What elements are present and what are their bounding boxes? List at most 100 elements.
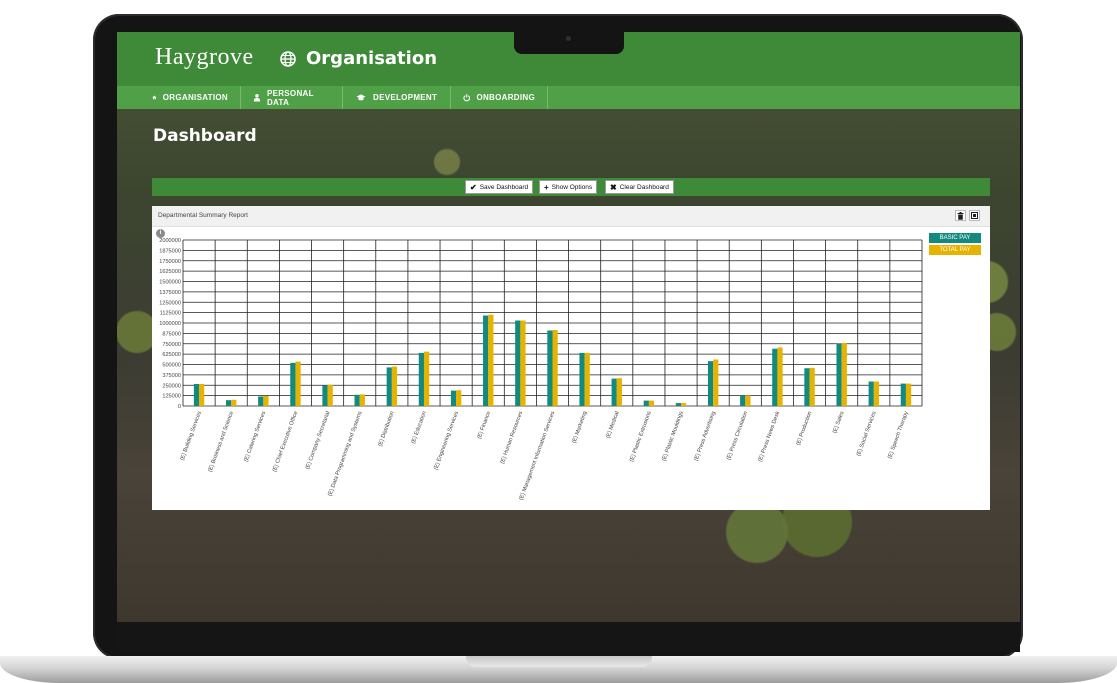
bar-basic-pay <box>772 348 778 406</box>
x-tick-label: (E) Management Information Services <box>519 410 557 501</box>
main-nav: ORGANISATION PERSONAL DATA DEVELOPMENT O… <box>117 86 1020 109</box>
panel-header: Departmental Summary Report <box>152 206 990 227</box>
dashboard-toolbar: ✔ Save Dashboard + Show Options ✖ Clear … <box>152 178 990 196</box>
x-tick-label: (E) Company Secretarial <box>305 411 332 471</box>
x-tick-label: (E) Sales <box>832 410 846 434</box>
nav-item-label: PERSONAL DATA <box>266 88 314 107</box>
y-tick-label: 1125000 <box>160 311 181 317</box>
bar-total-pay <box>199 384 205 406</box>
bar-basic-pay <box>707 361 714 406</box>
bar-total-pay <box>745 395 751 406</box>
bar-basic-pay <box>258 396 264 406</box>
delete-widget-button[interactable] <box>955 210 966 221</box>
y-tick-label: 125000 <box>162 394 181 400</box>
bar-total-pay <box>231 399 237 406</box>
bar-basic-pay <box>579 352 585 406</box>
panel-title: Departmental Summary Report <box>158 212 248 219</box>
x-tick-label: (E) Building Services <box>180 410 203 461</box>
bar-basic-pay <box>450 390 457 406</box>
bar-basic-pay <box>193 384 200 406</box>
bar-total-pay <box>263 396 269 406</box>
y-tick-label: 625000 <box>162 352 181 358</box>
bar-total-pay <box>777 347 783 406</box>
nav-item-label: ONBOARDING <box>476 93 535 102</box>
nav-item-label: ORGANISATION <box>162 93 228 102</box>
x-tick-label: (E) Speech Therapy <box>887 410 910 459</box>
x-tick-label: (E) Production <box>796 411 814 447</box>
bar-basic-pay <box>418 352 424 406</box>
user-icon <box>253 94 261 102</box>
nav-item-personal-data[interactable]: PERSONAL DATA <box>241 86 343 109</box>
home-icon <box>152 95 157 100</box>
check-icon: ✔ <box>470 182 477 192</box>
save-dashboard-button[interactable]: ✔ Save Dashboard <box>465 180 534 194</box>
x-tick-label: (E) Medical <box>605 411 620 440</box>
bar-total-pay <box>681 403 687 406</box>
bar-basic-pay <box>547 330 553 406</box>
save-dashboard-label: Save Dashboard <box>479 183 529 191</box>
x-tick-label: (E) Marketing <box>571 411 588 445</box>
bar-total-pay <box>327 384 333 406</box>
x-tick-label: (E) Human Resources <box>500 410 525 464</box>
globe-icon <box>280 50 296 67</box>
bar-total-pay <box>520 320 526 406</box>
y-tick-label: 1375000 <box>159 290 181 296</box>
bar-basic-pay <box>290 362 296 406</box>
bar-basic-pay <box>611 378 617 406</box>
screen: Haygrove Organisation ORGANISATION PERSO… <box>117 32 1020 622</box>
close-icon: ✖ <box>610 182 617 192</box>
x-tick-label: (E) Education <box>411 411 428 445</box>
x-tick-label: (E) Press News Desk <box>757 410 781 462</box>
bar-basic-pay <box>868 381 874 406</box>
bar-total-pay <box>616 378 622 406</box>
bar-total-pay <box>552 330 558 406</box>
bar-total-pay <box>648 400 655 406</box>
bar-basic-pay <box>225 400 232 406</box>
bar-total-pay <box>584 352 590 406</box>
x-tick-label: (E) Catering Services <box>243 410 267 462</box>
nav-item-label: DEVELOPMENT <box>373 93 438 102</box>
bar-chart: 0 125000 250000 375000 500000 625000 750000 875… <box>159 238 923 501</box>
x-tick-label: (E) Chief Executive Office <box>272 411 300 473</box>
bar-total-pay <box>488 314 494 406</box>
y-tick-label: 1625000 <box>159 269 181 275</box>
y-tick-label: 1250000 <box>159 300 181 306</box>
clear-dashboard-button[interactable]: ✖ Clear Dashboard <box>605 180 674 194</box>
nav-item-organisation[interactable]: ORGANISATION <box>140 86 241 109</box>
bar-basic-pay <box>354 394 360 406</box>
logo[interactable]: Haygrove <box>155 44 254 71</box>
graduation-cap-icon <box>356 94 366 101</box>
y-tick-label: 875000 <box>162 331 181 337</box>
x-tick-label: (E) Finance <box>477 411 493 440</box>
app-title: Organisation <box>306 48 438 69</box>
bar-basic-pay <box>900 383 906 406</box>
bar-total-pay <box>841 342 847 406</box>
y-tick-label: 250000 <box>162 383 181 389</box>
nav-item-onboarding[interactable]: ONBOARDING <box>451 86 548 109</box>
show-options-button[interactable]: + Show Options <box>539 180 598 194</box>
bar-basic-pay <box>322 385 328 406</box>
y-tick-label: 375000 <box>162 373 181 379</box>
bar-total-pay <box>809 367 815 406</box>
x-tick-label: (E) Plastic Mouldings <box>661 410 685 462</box>
screen-bezel-bottom <box>117 622 1020 652</box>
bar-basic-pay <box>740 396 746 406</box>
y-tick-label: 1750000 <box>159 259 181 265</box>
bar-basic-pay <box>483 315 489 406</box>
bar-basic-pay <box>515 320 521 406</box>
laptop-base-groove <box>466 656 652 667</box>
clear-dashboard-label: Clear Dashboard <box>619 183 669 191</box>
bar-total-pay <box>713 359 719 406</box>
nav-item-development[interactable]: DEVELOPMENT <box>343 86 451 109</box>
expand-icon <box>971 212 978 219</box>
y-tick-label: 750000 <box>162 342 181 348</box>
bar-total-pay <box>905 383 912 406</box>
plus-icon: + <box>544 182 549 192</box>
bar-total-pay <box>391 366 398 406</box>
bar-basic-pay <box>804 368 810 406</box>
app-title-group: Organisation <box>280 48 437 69</box>
bar-basic-pay <box>836 343 842 406</box>
expand-widget-button[interactable] <box>969 210 980 221</box>
bar-total-pay <box>359 394 365 406</box>
bar-total-pay <box>295 361 301 406</box>
